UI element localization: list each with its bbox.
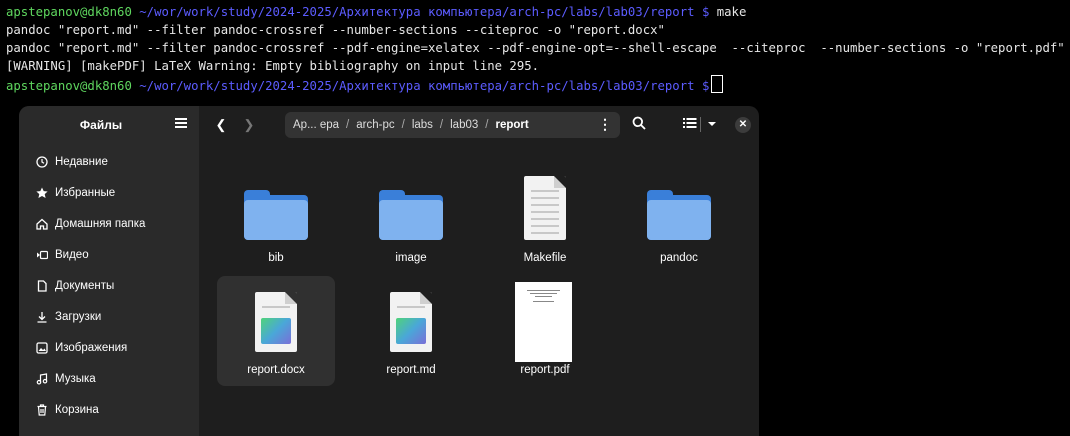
sidebar-item-trash[interactable]: Корзина xyxy=(19,394,199,425)
chevron-left-icon: ❮ xyxy=(215,117,227,132)
file-name: report.pdf xyxy=(520,364,570,376)
file-item-bib[interactable]: bib xyxy=(217,164,335,274)
folder-icon xyxy=(244,190,308,240)
chevron-right-icon: ❯ xyxy=(243,117,255,132)
sidebar-item-downloads[interactable]: Загрузки xyxy=(19,301,199,332)
home-icon xyxy=(35,217,49,231)
download-icon xyxy=(35,310,49,324)
view-options-button[interactable] xyxy=(706,117,718,136)
terminal-cursor xyxy=(711,75,724,93)
sidebar-item-label: Загрузки xyxy=(55,310,102,323)
breadcrumb-item[interactable]: Ар... ера xyxy=(293,119,339,131)
file-name: report.md xyxy=(386,364,436,376)
output-line: [WARNING] [makePDF] LaTeX Warning: Empty… xyxy=(6,59,540,73)
markdown-file-icon xyxy=(390,292,432,352)
breadcrumb-item[interactable]: arch-pc xyxy=(356,119,394,131)
toolbar-divider xyxy=(700,117,701,132)
file-grid: bib image Makefile pandoc report.docx re… xyxy=(199,144,759,436)
hamburger-menu-icon[interactable] xyxy=(175,118,187,128)
file-name: Makefile xyxy=(523,252,567,264)
clock-icon xyxy=(35,155,49,169)
file-item-report-docx[interactable]: report.docx xyxy=(217,276,335,386)
sidebar-item-label: Музыка xyxy=(55,372,96,385)
breadcrumb-current[interactable]: report xyxy=(495,119,528,131)
prompt-symbol: $ xyxy=(701,5,710,19)
text-file-icon xyxy=(524,176,566,240)
breadcrumb-item[interactable]: lab03 xyxy=(450,119,478,131)
sidebar-title: Файлы xyxy=(79,118,123,132)
prompt-path: ~/wor/work/study/2024-2025/Архитектура к… xyxy=(139,79,695,93)
terminal-prompt-line: apstepanov@dk8n60 ~/wor/work/study/2024-… xyxy=(6,3,1070,21)
sidebar-header: Файлы xyxy=(19,106,199,144)
sidebar-item-home[interactable]: Домашняя папка xyxy=(19,208,199,239)
image-icon xyxy=(35,341,49,355)
close-icon: ✕ xyxy=(738,119,748,130)
docx-file-icon xyxy=(255,292,297,352)
document-icon xyxy=(35,279,49,293)
prompt-user: apstepanov@dk8n60 xyxy=(6,79,132,93)
file-item-report-md[interactable]: report.md xyxy=(352,276,470,386)
sidebar-item-label: Недавние xyxy=(55,155,108,168)
forward-button[interactable]: ❯ xyxy=(241,117,257,133)
sidebar-item-label: Избранные xyxy=(55,186,116,199)
prompt-path: ~/wor/work/study/2024-2025/Архитектура к… xyxy=(139,5,695,19)
file-name: image xyxy=(395,252,427,264)
command-text: make xyxy=(716,5,747,19)
file-name: pandoc xyxy=(660,252,698,264)
file-item-image[interactable]: image xyxy=(352,164,470,274)
sidebar: Файлы Недавние Избранные Домашняя папка … xyxy=(19,106,199,436)
music-icon xyxy=(35,372,49,386)
search-icon xyxy=(632,116,646,130)
file-item-makefile[interactable]: Makefile xyxy=(486,164,604,274)
terminal-prompt-line: apstepanov@dk8n60 ~/wor/work/study/2024-… xyxy=(6,75,1070,95)
search-button[interactable] xyxy=(632,116,646,135)
prompt-user: apstepanov@dk8n60 xyxy=(6,5,132,19)
close-button[interactable]: ✕ xyxy=(735,117,751,133)
sidebar-item-recent[interactable]: Недавние xyxy=(19,146,199,177)
sidebar-item-label: Корзина xyxy=(55,403,99,416)
sidebar-item-label: Домашняя папка xyxy=(55,217,146,230)
folder-icon xyxy=(379,190,443,240)
output-line: pandoc "report.md" --filter pandoc-cross… xyxy=(6,41,1065,55)
file-item-pandoc[interactable]: pandoc xyxy=(620,164,738,274)
back-button[interactable]: ❮ xyxy=(213,117,229,133)
sidebar-item-label: Видео xyxy=(55,248,89,261)
sidebar-item-documents[interactable]: Документы xyxy=(19,270,199,301)
output-line: pandoc "report.md" --filter pandoc-cross… xyxy=(6,23,665,37)
star-icon xyxy=(35,186,49,200)
folder-icon xyxy=(647,190,711,240)
sidebar-item-music[interactable]: Музыка xyxy=(19,363,199,394)
file-name: bib xyxy=(268,252,284,264)
file-name: report.docx xyxy=(247,364,305,376)
breadcrumb-separator: / xyxy=(401,119,405,131)
path-bar[interactable]: Ар... ера / arch-pc / labs / lab03 / rep… xyxy=(285,112,620,138)
breadcrumb-separator: / xyxy=(485,119,489,131)
breadcrumb-separator: / xyxy=(346,119,350,131)
pdf-thumbnail-icon xyxy=(515,282,572,362)
sidebar-item-label: Документы xyxy=(55,279,115,292)
view-list-button[interactable] xyxy=(683,116,697,135)
sidebar-item-starred[interactable]: Избранные xyxy=(19,177,199,208)
video-icon xyxy=(35,248,49,262)
main-pane: ❮ ❯ Ар... ера / arch-pc / labs / lab03 /… xyxy=(199,106,759,436)
sidebar-item-pictures[interactable]: Изображения xyxy=(19,332,199,363)
chevron-down-icon xyxy=(708,122,716,126)
header-bar: ❮ ❯ Ар... ера / arch-pc / labs / lab03 /… xyxy=(199,106,759,144)
breadcrumb-item[interactable]: labs xyxy=(412,119,433,131)
sidebar-item-label: Изображения xyxy=(55,341,128,354)
list-view-icon xyxy=(683,118,697,128)
breadcrumb-separator: / xyxy=(439,119,444,131)
prompt-symbol: $ xyxy=(701,79,710,93)
file-item-report-pdf[interactable]: report.pdf xyxy=(486,276,604,386)
trash-icon xyxy=(35,403,49,417)
file-manager-window: Файлы Недавние Избранные Домашняя папка … xyxy=(19,106,759,436)
path-menu-icon[interactable]: ⋮ xyxy=(598,116,612,133)
sidebar-item-videos[interactable]: Видео xyxy=(19,239,199,270)
